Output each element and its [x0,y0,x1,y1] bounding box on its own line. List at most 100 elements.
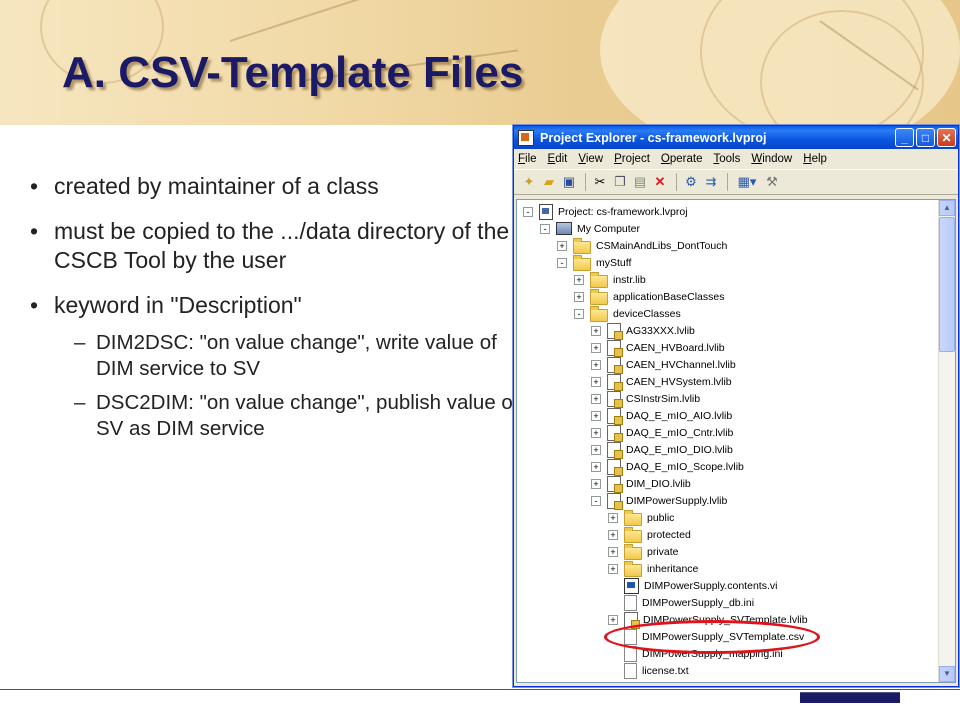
project-icon [539,203,553,220]
tree-item[interactable]: + CAEN_HVSystem.lvlib [591,373,732,391]
library-icon [607,322,623,340]
menu-window[interactable]: Window [751,153,792,165]
delete-icon[interactable]: ✕ [651,173,669,191]
close-icon[interactable]: ✕ [937,128,956,147]
open-icon[interactable]: ▰ [540,173,558,191]
cut-icon[interactable]: ✂ [591,173,609,191]
collapse-icon[interactable]: - [540,223,550,234]
tree-item[interactable]: + public [608,509,674,526]
tree-item[interactable]: + DIM_DIO.lvlib [591,475,691,493]
expand-icon[interactable]: + [591,478,601,489]
tree-item[interactable]: DIMPowerSupply.contents.vi [608,577,777,594]
tree-item[interactable]: + inheritance [608,560,698,577]
expand-icon[interactable]: + [591,444,601,455]
collapse-icon[interactable]: - [557,257,567,268]
folder-icon [590,288,608,305]
expand-icon[interactable]: + [608,614,618,625]
expand-icon[interactable]: + [591,393,601,404]
tree-item[interactable]: + protected [608,526,691,543]
tree-item[interactable]: license.txt [608,662,689,679]
tree-item[interactable]: + instr.lib [574,271,646,288]
bullet-glyph: • [30,292,39,318]
expand-icon[interactable]: + [608,546,618,557]
scroll-down-icon[interactable]: ▼ [939,666,955,682]
sub-bullet-item: – DSC2DIM: "on value change", publish va… [30,390,520,442]
collapse-icon[interactable]: - [523,206,533,217]
expand-icon[interactable]: + [608,512,618,523]
expand-icon[interactable]: + [591,359,601,370]
tree-item-label: CSMainAndLibs_DontTouch [596,239,728,252]
deploy-icon[interactable]: ⇉ [702,173,720,191]
expand-icon[interactable]: + [591,427,601,438]
window-titlebar[interactable]: Project Explorer - cs-framework.lvproj _… [514,126,958,149]
tree-item[interactable]: - deviceClasses [574,305,681,322]
menu-help[interactable]: Help [803,153,827,165]
tree-item[interactable]: + DAQ_E_mIO_Cntr.lvlib [591,424,734,442]
folder-icon [624,560,642,577]
toolbar-separator [676,173,677,191]
tree-item[interactable]: + CAEN_HVBoard.lvlib [591,339,725,357]
library-icon [607,356,623,374]
menu-operate[interactable]: Operate [661,153,703,165]
expand-icon[interactable]: + [574,274,584,285]
expand-icon[interactable]: + [557,240,567,251]
tree-item[interactable]: + DAQ_E_mIO_Scope.lvlib [591,458,744,476]
bullet-text: must be copied to the .../data directory… [54,218,510,273]
menu-tools[interactable]: Tools [713,153,740,165]
expand-icon[interactable]: + [591,461,601,472]
expand-icon[interactable]: + [591,325,601,336]
tree-item[interactable]: - Project: cs-framework.lvproj [523,203,688,220]
tree-item[interactable]: + applicationBaseClasses [574,288,724,305]
expand-icon[interactable]: + [608,563,618,574]
window-title: Project Explorer - cs-framework.lvproj [540,130,767,145]
properties-icon[interactable]: ⚒ [763,173,781,191]
minimize-icon[interactable]: _ [895,128,914,147]
scrollbar-thumb[interactable] [939,217,955,352]
tree-item-label: DIM_DIO.lvlib [626,477,691,490]
project-tree[interactable]: - Project: cs-framework.lvproj - My Compute… [516,199,956,683]
expand-icon[interactable]: + [608,529,618,540]
toolbar-separator [585,173,586,191]
scroll-up-icon[interactable]: ▲ [939,200,955,216]
build-icon[interactable]: ⚙ [682,173,700,191]
menu-edit[interactable]: Edit [548,153,568,165]
tree-item[interactable]: - My Computer [540,220,640,237]
menu-project[interactable]: Project [614,153,650,165]
vertical-scrollbar[interactable]: ▲ ▼ [938,200,955,682]
expand-icon[interactable]: + [591,342,601,353]
tree-item[interactable]: DIMPowerSupply_db.ini [608,594,754,611]
tree-item[interactable]: - DIMPowerSupply.lvlib [591,492,727,510]
paste-icon[interactable]: ▤ [631,173,649,191]
tree-item-label: CAEN_HVBoard.lvlib [626,341,725,354]
view-dropdown-icon[interactable]: ▦▾ [733,173,761,191]
menu-view[interactable]: View [578,153,603,165]
vi-icon [624,577,639,594]
new-icon[interactable]: ✦ [520,173,538,191]
library-icon [607,424,623,442]
folder-icon [624,526,642,543]
expand-icon[interactable]: + [591,410,601,421]
tree-item-label: DAQ_E_mIO_Scope.lvlib [626,460,744,473]
tree-item[interactable]: + CSInstrSim.lvlib [591,390,700,408]
maximize-icon[interactable]: □ [916,128,935,147]
sub-bullet-text: DSC2DIM: "on value change", publish valu… [96,391,519,440]
slide-title: A. CSV-Template Files [62,48,524,97]
folder-icon [624,543,642,560]
tree-item[interactable]: + private [608,543,679,560]
folder-icon [590,305,608,322]
expand-icon[interactable]: + [574,291,584,302]
collapse-icon[interactable]: - [591,495,601,506]
tree-item[interactable]: + CAEN_HVChannel.lvlib [591,356,736,374]
tree-item[interactable]: + CSMainAndLibs_DontTouch [557,237,727,254]
tree-item[interactable]: - myStuff [557,254,631,271]
tree-item[interactable]: + DAQ_E_mIO_DIO.lvlib [591,441,733,459]
tree-item[interactable]: + DAQ_E_mIO_AIO.lvlib [591,407,732,425]
tree-item-label: DAQ_E_mIO_Cntr.lvlib [626,426,734,439]
collapse-icon[interactable]: - [574,308,584,319]
tree-item-label: applicationBaseClasses [613,290,725,303]
expand-icon[interactable]: + [591,376,601,387]
menu-file[interactable]: File [518,153,537,165]
save-all-icon[interactable]: ▣ [560,173,578,191]
copy-icon[interactable]: ❐ [611,173,629,191]
tree-item[interactable]: + AG33XXX.lvlib [591,322,695,340]
